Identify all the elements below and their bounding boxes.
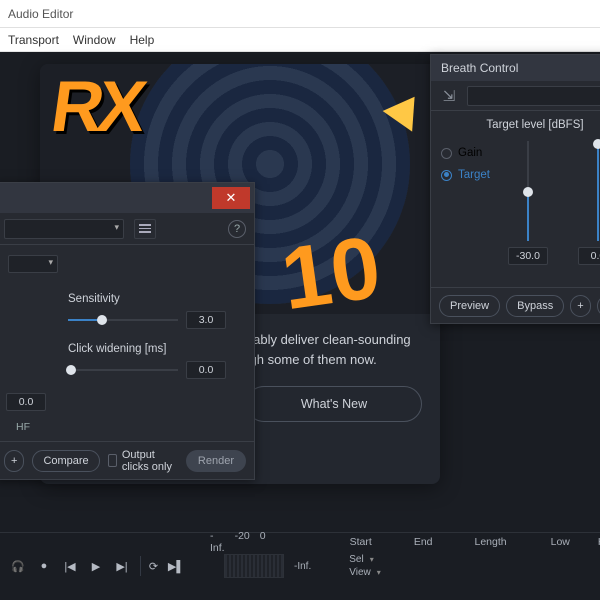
target-level-value[interactable]: -30.0 [508,247,548,265]
breath-preset-dropdown[interactable] [467,86,600,106]
algorithm-dropdown[interactable] [8,255,58,273]
help-icon[interactable]: ? [228,220,246,238]
menu-transport[interactable]: Transport [8,33,59,47]
menubar: Transport Window Help [0,28,600,52]
target-level-label: Target level [dBFS] [431,119,600,131]
readout-labels: Start End Length [350,536,507,548]
breath-footer: Preview Bypass + Compar [431,287,600,323]
reduction-value[interactable]: 0.0 [578,247,600,265]
skip-back-button[interactable]: |◀ [60,556,80,576]
breath-compare-button[interactable]: Compar [597,295,600,317]
reduction-slider[interactable] [592,141,600,241]
declick-footer: + Compare Output clicks only Render [0,441,254,479]
sensitivity-value[interactable]: 3.0 [186,311,226,329]
breath-title[interactable]: Breath Control [431,55,600,81]
whats-new-button[interactable]: What's New [246,386,422,422]
play-button[interactable]: ▶ [86,556,106,576]
output-clicks-label: Output clicks only [122,449,178,473]
record-button[interactable]: ● [34,556,54,576]
click-widening-value[interactable]: 0.0 [186,361,226,379]
sensitivity-slider[interactable] [68,313,178,327]
low-label: Low [551,536,570,548]
hf-label: HF [16,421,242,433]
length-label: Length [475,536,507,548]
preset-dropdown[interactable] [4,219,124,239]
target-radio[interactable]: Target [441,169,490,181]
start-label: Start [350,536,372,548]
window-titlebar: Audio Editor [0,0,600,28]
chevron-down-icon[interactable]: ▾ [370,555,374,564]
mode-radio-group: Gain Target [441,141,490,265]
sensitivity-label: Sensitivity [68,293,242,305]
version-ten-text: 10 [275,216,386,314]
level-meter [224,554,284,578]
breath-toolbar: ⇲ [431,81,600,111]
declick-panel: ✕ ? Sensitivity 3.0 Click widening [ms] [0,182,255,480]
breath-body: Target level [dBFS] Gain Target -30.0 [431,111,600,287]
hf-value[interactable]: 0.0 [6,393,46,411]
close-icon: ✕ [226,190,237,206]
db-mark: 0 [260,530,266,554]
ab-plus-button[interactable]: + [4,450,24,472]
skip-fwd-button[interactable]: ▶| [112,556,132,576]
bypass-button[interactable]: Bypass [506,295,564,317]
declick-titlebar[interactable]: ✕ [0,183,254,213]
click-widening-slider[interactable] [68,363,178,377]
close-button[interactable]: ✕ [212,187,250,209]
meter-readout: -Inf. [294,561,311,572]
end-label: End [414,536,433,548]
render-button[interactable]: Render [186,450,246,472]
view-label: View [349,567,371,578]
checkbox-icon [108,454,117,467]
preview-button[interactable]: Preview [439,295,500,317]
transport-bar: -Inf. -20 0 Start End Length Low High 🎧 … [0,532,600,600]
loop-button[interactable]: ⟳ [140,556,160,576]
sel-view-readout: Sel ▾ View ▾ [349,554,381,578]
sel-label: Sel [349,554,363,565]
target-radio-label: Target [458,169,490,181]
freq-labels: Low High [551,536,600,548]
headphones-icon[interactable]: 🎧 [8,556,28,576]
radio-icon [441,148,452,159]
app-title: Audio Editor [8,7,73,21]
menu-window[interactable]: Window [73,33,116,47]
declick-body: Sensitivity 3.0 Click widening [ms] 0.0 … [0,245,254,441]
radio-icon [441,170,452,181]
module-icon[interactable]: ⇲ [439,86,459,106]
loop-selection-button[interactable]: ▶▌ [166,556,186,576]
gain-radio-label: Gain [458,147,482,159]
output-clicks-checkbox[interactable]: Output clicks only [108,449,178,473]
gain-radio[interactable]: Gain [441,147,490,159]
ab-plus-button[interactable]: + [570,295,590,317]
click-widening-label: Click widening [ms] [68,343,242,355]
breath-control-panel: Breath Control ⇲ Target level [dBFS] Gai… [430,54,600,324]
preset-menu-button[interactable] [134,219,156,239]
target-level-slider[interactable] [522,141,534,241]
triangle-decoration [383,86,430,131]
db-scale: -Inf. -20 0 [210,530,266,554]
chevron-down-icon[interactable]: ▾ [377,568,381,577]
db-mark: -Inf. [210,530,225,554]
declick-toolbar: ? [0,213,254,245]
db-mark: -20 [235,530,250,554]
menu-help[interactable]: Help [130,33,155,47]
rx-logo-text: RX [46,66,146,148]
compare-button[interactable]: Compare [32,450,99,472]
